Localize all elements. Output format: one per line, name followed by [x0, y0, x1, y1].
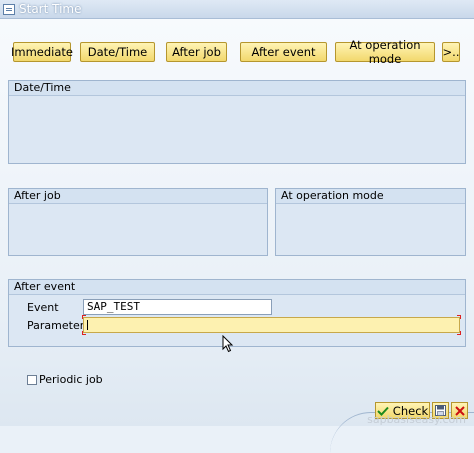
- window-titlebar: Start Time: [0, 0, 474, 19]
- immediate-button[interactable]: Immediate: [11, 42, 73, 62]
- after-event-group-title: After event: [9, 280, 465, 295]
- event-input[interactable]: SAP_TEST: [83, 299, 272, 315]
- after-event-button[interactable]: After event: [240, 42, 327, 62]
- at-operation-mode-group: At operation mode: [275, 188, 466, 256]
- window-title: Start Time: [19, 2, 82, 16]
- watermark-text: sapbasiseasy.com: [367, 413, 466, 426]
- at-operation-mode-button[interactable]: At operation mode: [335, 38, 435, 66]
- text-cursor: [87, 320, 88, 330]
- window-icon: [3, 3, 15, 15]
- periodic-job-label: Periodic job: [39, 373, 103, 386]
- after-job-group: After job: [8, 188, 268, 256]
- more-options-button[interactable]: >..: [442, 42, 460, 62]
- datetime-button[interactable]: Date/Time: [80, 42, 155, 62]
- required-marker-icon: [457, 331, 461, 335]
- after-job-button[interactable]: After job: [166, 42, 227, 62]
- dialog-content: Immediate Date/Time After job After even…: [0, 19, 474, 426]
- required-marker-icon: [82, 315, 86, 319]
- periodic-job-checkbox[interactable]: [27, 375, 37, 385]
- after-job-group-title: After job: [9, 189, 267, 204]
- datetime-group: Date/Time: [8, 80, 466, 164]
- datetime-group-title: Date/Time: [9, 81, 465, 96]
- required-marker-icon: [82, 331, 86, 335]
- parameter-input[interactable]: [83, 317, 460, 333]
- mouse-pointer-icon: [222, 335, 234, 353]
- event-label: Event: [27, 301, 59, 314]
- at-operation-mode-group-title: At operation mode: [276, 189, 465, 204]
- required-marker-icon: [457, 315, 461, 319]
- parameter-label: Parameter: [27, 319, 85, 332]
